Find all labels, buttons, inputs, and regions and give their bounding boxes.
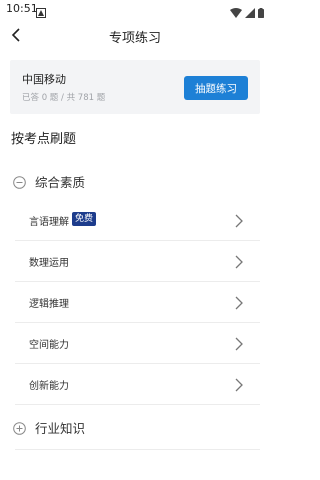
list-item-math[interactable]: 数理运用	[15, 241, 260, 282]
nav-bar: 专项练习	[0, 20, 270, 54]
chevron-right-icon	[234, 377, 244, 392]
group-label: 综合素质	[35, 175, 86, 190]
group-header-comprehensive[interactable]: 综合素质	[0, 170, 270, 194]
expand-icon	[13, 420, 26, 435]
collapse-icon	[13, 174, 26, 189]
item-label: 创新能力	[29, 381, 69, 392]
progress-text: 已答 0 题 / 共 781 题	[22, 93, 106, 103]
list-item-logic[interactable]: 逻辑推理	[15, 282, 260, 323]
item-label: 空间能力	[29, 340, 69, 351]
list-item-spatial[interactable]: 空间能力	[15, 323, 260, 364]
draw-questions-button[interactable]: 抽题练习	[184, 76, 248, 100]
chevron-right-icon	[234, 254, 244, 269]
summary-card: 中国移动 已答 0 题 / 共 781 题 抽题练习	[10, 60, 260, 114]
page-title: 专项练习	[108, 31, 161, 46]
chevron-right-icon	[234, 213, 244, 228]
free-badge: 免费	[72, 212, 97, 226]
section-heading: 按考点刷题	[11, 132, 77, 147]
list-item-innovation[interactable]: 创新能力	[15, 364, 260, 405]
chevron-right-icon	[234, 295, 244, 310]
group-label: 行业知识	[35, 421, 86, 436]
status-bar: 10:51	[0, 0, 270, 18]
item-label: 数理运用	[29, 258, 69, 269]
divider	[15, 449, 260, 450]
chevron-right-icon	[234, 336, 244, 351]
group-header-industry[interactable]: 行业知识	[0, 416, 270, 440]
company-name: 中国移动	[22, 73, 66, 86]
list-item-verbal[interactable]: 言语理解 免费	[15, 200, 260, 241]
item-label: 逻辑推理	[29, 299, 69, 310]
item-label: 言语理解	[29, 217, 69, 228]
status-time: 10:51	[6, 2, 38, 15]
